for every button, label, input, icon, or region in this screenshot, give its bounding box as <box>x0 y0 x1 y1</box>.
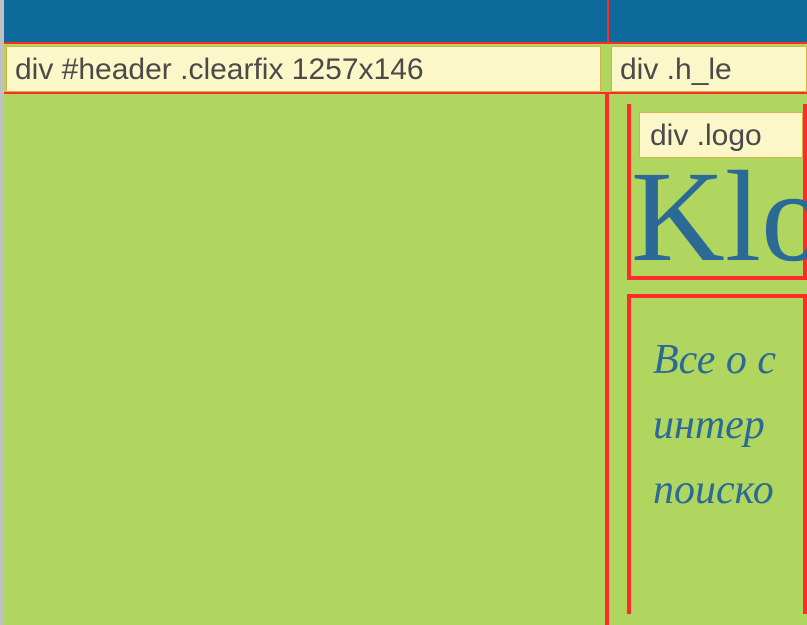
content-row: div .logo Klo Все о с интер поиско <box>4 94 807 625</box>
top-bar-right <box>609 0 807 42</box>
inspector-label-hleft[interactable]: div .h_le <box>611 46 807 92</box>
description-region[interactable]: Все о с интер поиско <box>627 294 807 614</box>
right-column: div .logo Klo Все о с интер поиско <box>609 94 807 625</box>
top-bar-left <box>4 0 609 42</box>
description-line: интер <box>653 393 793 458</box>
inspector-label-header[interactable]: div #header .clearfix 1257x146 <box>6 46 601 92</box>
logo-region[interactable]: div .logo Klo <box>627 104 807 280</box>
site-logo-text: Klo <box>631 152 807 282</box>
top-bar <box>4 0 807 44</box>
description-line: Все о с <box>653 328 793 393</box>
inspector-labels-row: div #header .clearfix 1257x146 div .h_le <box>4 44 807 94</box>
header-region[interactable] <box>4 94 609 625</box>
inspector-viewport: div #header .clearfix 1257x146 div .h_le… <box>0 0 807 625</box>
description-line: поиско <box>653 458 793 523</box>
